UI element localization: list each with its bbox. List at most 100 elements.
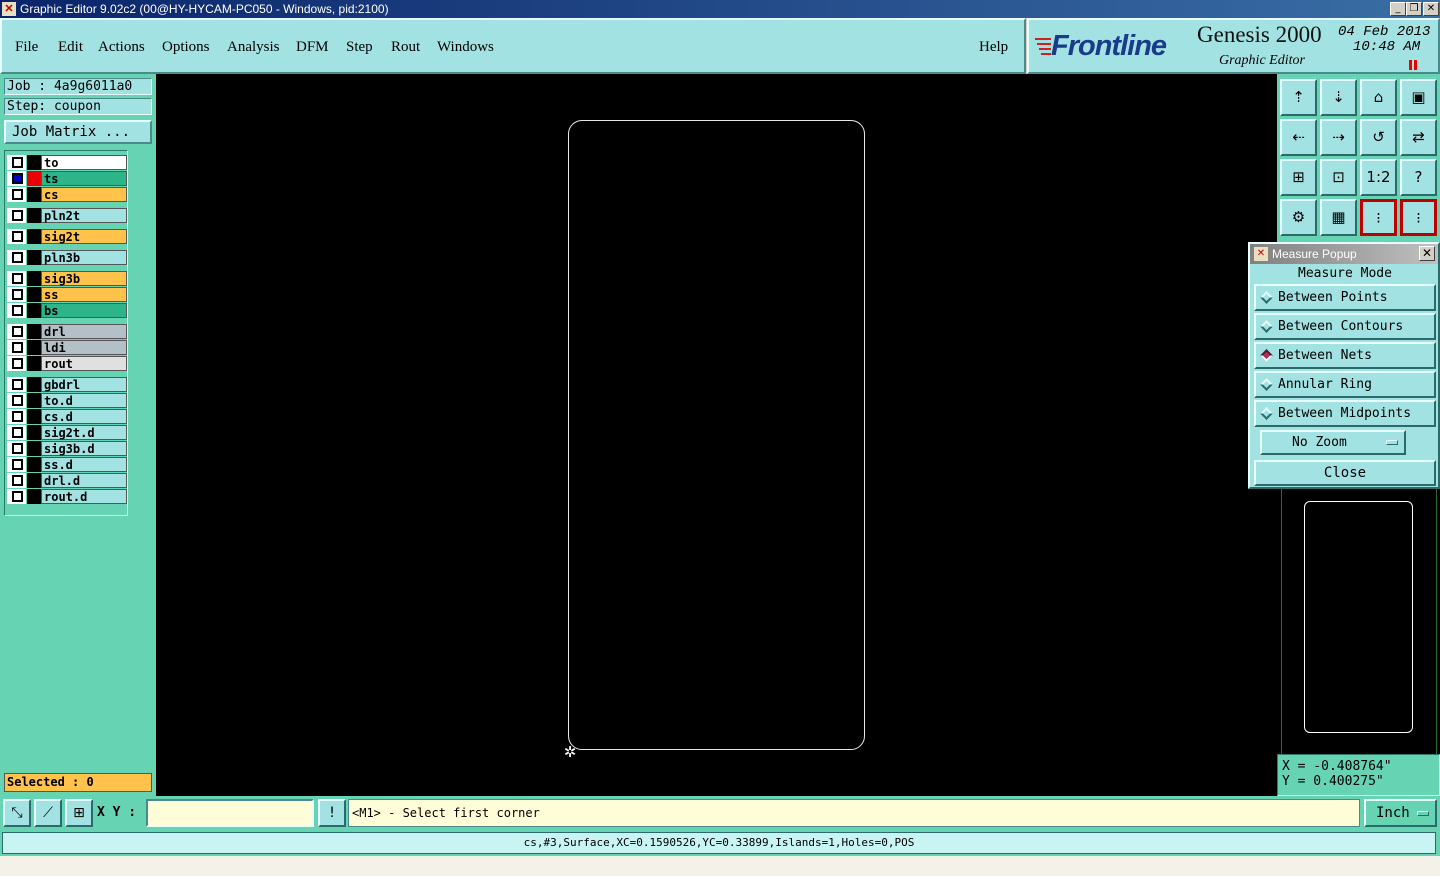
window-close-button[interactable]: ✕ bbox=[1423, 2, 1439, 16]
layer-checkbox[interactable] bbox=[12, 252, 23, 263]
layer-name[interactable]: pln2t bbox=[41, 208, 127, 223]
layer-name[interactable]: sig2t bbox=[41, 229, 127, 244]
layer-checkbox[interactable] bbox=[12, 358, 23, 369]
layer-checkbox[interactable] bbox=[12, 411, 23, 422]
layer-name[interactable]: ss.d bbox=[41, 457, 127, 472]
measure-option-between-points[interactable]: Between Points bbox=[1254, 284, 1436, 311]
zoom-select[interactable]: No Zoom bbox=[1260, 430, 1406, 455]
menu-help[interactable]: Help bbox=[979, 39, 1008, 56]
zoom-box-icon[interactable]: ⤡ bbox=[3, 799, 31, 827]
layer-affected-marker[interactable] bbox=[27, 171, 41, 186]
layer-row-to-d[interactable]: to.d bbox=[7, 393, 127, 408]
layer-affected-marker[interactable] bbox=[27, 425, 41, 440]
layer-affected-marker[interactable] bbox=[27, 229, 41, 244]
layer-checkbox[interactable] bbox=[12, 157, 23, 168]
menu-edit[interactable]: Edit bbox=[58, 39, 83, 56]
layer-affected-marker[interactable] bbox=[27, 441, 41, 456]
menu-options[interactable]: Options bbox=[162, 39, 210, 56]
net-select-icon[interactable]: ⁝ bbox=[1400, 199, 1437, 236]
grid-icon[interactable]: ▦ bbox=[1320, 199, 1357, 236]
layer-row-pln2t[interactable]: pln2t bbox=[7, 208, 127, 223]
unit-select[interactable]: Inch bbox=[1364, 799, 1437, 827]
layer-checkbox[interactable] bbox=[12, 475, 23, 486]
measure-option-between-nets[interactable]: Between Nets bbox=[1254, 342, 1436, 369]
layer-row-drl-d[interactable]: drl.d bbox=[7, 473, 127, 488]
layer-checkbox[interactable] bbox=[12, 342, 23, 353]
layer-row-pln3b[interactable]: pln3b bbox=[7, 250, 127, 265]
layer-row-sig3b[interactable]: sig3b bbox=[7, 271, 127, 286]
app-icon[interactable]: ✕ bbox=[2, 2, 16, 16]
layer-affected-marker[interactable] bbox=[27, 187, 41, 202]
layer-row-rout[interactable]: rout bbox=[7, 356, 127, 371]
layer-row-ts[interactable]: ts bbox=[7, 171, 127, 186]
pause-icon[interactable] bbox=[1409, 60, 1417, 70]
layer-affected-marker[interactable] bbox=[27, 340, 41, 355]
draw-diagonal-icon[interactable]: ⟋ bbox=[34, 799, 62, 827]
home-icon[interactable]: ⌂ bbox=[1360, 79, 1397, 116]
layer-name[interactable]: pln3b bbox=[41, 250, 127, 265]
layer-name[interactable]: sig3b.d bbox=[41, 441, 127, 456]
layer-affected-marker[interactable] bbox=[27, 473, 41, 488]
pan-down-icon[interactable]: ⇣ bbox=[1320, 79, 1357, 116]
layer-checkbox[interactable] bbox=[12, 443, 23, 454]
layer-affected-marker[interactable] bbox=[27, 356, 41, 371]
redraw-icon[interactable]: ↺ bbox=[1360, 119, 1397, 156]
measure-option-between-contours[interactable]: Between Contours bbox=[1254, 313, 1436, 340]
layer-name[interactable]: to.d bbox=[41, 393, 127, 408]
layer-name[interactable]: sig2t.d bbox=[41, 425, 127, 440]
window-zoom-icon[interactable]: ▣ bbox=[1400, 79, 1437, 116]
pan-right-icon[interactable]: ⇢ bbox=[1320, 119, 1357, 156]
layer-name[interactable]: ss bbox=[41, 287, 127, 302]
zoom-in-icon[interactable]: ⊞ bbox=[1280, 159, 1317, 196]
layer-affected-marker[interactable] bbox=[27, 208, 41, 223]
layer-name[interactable]: to bbox=[41, 155, 127, 170]
layer-affected-marker[interactable] bbox=[27, 489, 41, 504]
layer-affected-marker[interactable] bbox=[27, 287, 41, 302]
layer-checkbox[interactable] bbox=[12, 427, 23, 438]
layer-row-sig3b-d[interactable]: sig3b.d bbox=[7, 441, 127, 456]
xy-input[interactable] bbox=[146, 799, 314, 827]
layer-row-ss[interactable]: ss bbox=[7, 287, 127, 302]
restore-button[interactable]: ❐ bbox=[1406, 2, 1422, 16]
pan-left-icon[interactable]: ⇠ bbox=[1280, 119, 1317, 156]
pan-up-icon[interactable]: ⇡ bbox=[1280, 79, 1317, 116]
layer-row-to[interactable]: to bbox=[7, 155, 127, 170]
layer-checkbox[interactable] bbox=[12, 326, 23, 337]
layer-name[interactable]: rout bbox=[41, 356, 127, 371]
layer-name[interactable]: sig3b bbox=[41, 271, 127, 286]
swap-icon[interactable]: ⇄ bbox=[1400, 119, 1437, 156]
layer-name[interactable]: cs.d bbox=[41, 409, 127, 424]
layer-checkbox[interactable] bbox=[12, 305, 23, 316]
measure-option-between-midpoints[interactable]: Between Midpoints bbox=[1254, 400, 1436, 427]
layer-name[interactable]: ldi bbox=[41, 340, 127, 355]
layer-affected-marker[interactable] bbox=[27, 271, 41, 286]
layer-name[interactable]: gbdrl bbox=[41, 377, 127, 392]
menu-rout[interactable]: Rout bbox=[391, 39, 420, 56]
layer-row-bs[interactable]: bs bbox=[7, 303, 127, 318]
layer-checkbox[interactable] bbox=[12, 231, 23, 242]
layer-checkbox[interactable] bbox=[12, 173, 23, 184]
layer-row-sig2t-d[interactable]: sig2t.d bbox=[7, 425, 127, 440]
measure-tool-icon[interactable]: ⚙ bbox=[1280, 199, 1317, 236]
layer-name[interactable]: rout.d bbox=[41, 489, 127, 504]
layer-name[interactable]: drl bbox=[41, 324, 127, 339]
layer-checkbox[interactable] bbox=[12, 273, 23, 284]
minimap[interactable] bbox=[1277, 489, 1440, 754]
menu-file[interactable]: File bbox=[15, 39, 38, 56]
menu-step[interactable]: Step bbox=[346, 39, 373, 56]
layer-name[interactable]: ts bbox=[41, 171, 127, 186]
layer-row-ldi[interactable]: ldi bbox=[7, 340, 127, 355]
layer-row-ss-d[interactable]: ss.d bbox=[7, 457, 127, 472]
layer-affected-marker[interactable] bbox=[27, 324, 41, 339]
layer-checkbox[interactable] bbox=[12, 189, 23, 200]
layer-affected-marker[interactable] bbox=[27, 409, 41, 424]
layer-row-rout-d[interactable]: rout.d bbox=[7, 489, 127, 504]
measure-option-annular-ring[interactable]: Annular Ring bbox=[1254, 371, 1436, 398]
layer-affected-marker[interactable] bbox=[27, 377, 41, 392]
net-highlight-icon[interactable]: ⁝ bbox=[1360, 199, 1397, 236]
menu-analysis[interactable]: Analysis bbox=[227, 39, 280, 56]
popup-close-icon[interactable]: ✕ bbox=[1419, 246, 1435, 261]
scale-1-2-icon[interactable]: 1:2 bbox=[1360, 159, 1397, 196]
layer-row-gbdrl[interactable]: gbdrl bbox=[7, 377, 127, 392]
menu-windows[interactable]: Windows bbox=[437, 39, 494, 56]
